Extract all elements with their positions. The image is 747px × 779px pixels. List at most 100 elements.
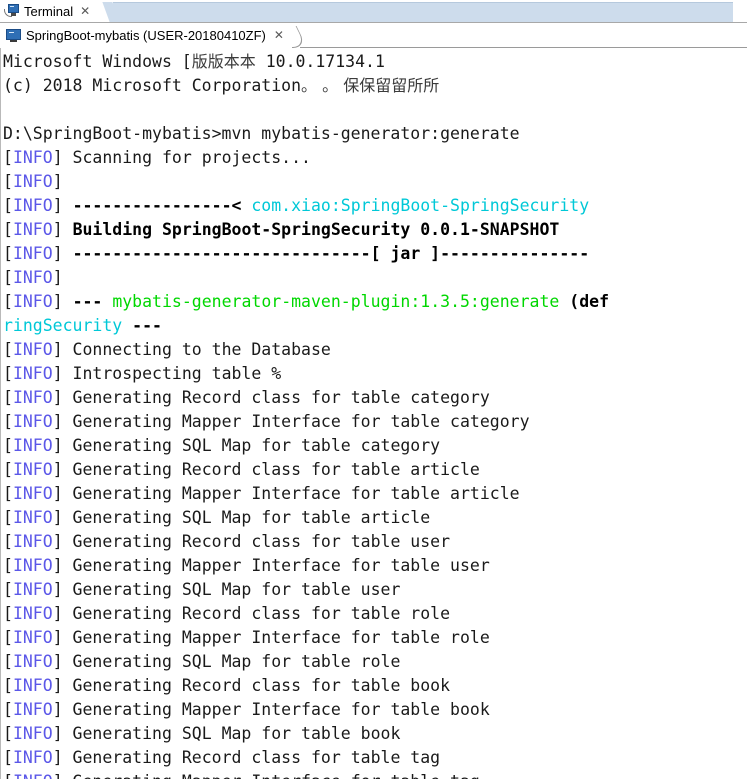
console-segment: ] Generating Mapper Interface for table … (53, 772, 480, 779)
console-segment: INFO (12, 244, 53, 263)
console-line-gen-mapper-book: [INFO] Generating Mapper Interface for t… (3, 698, 746, 722)
console-segment: mybatis-generator-maven-plugin:1.3.5:gen… (112, 292, 560, 311)
console-segment: [ (3, 244, 13, 263)
console-segment: ] Generating Record class for table role (52, 604, 451, 623)
console-segment: 。 。 保保留留所所 (301, 76, 440, 95)
console-line-gen-record-tag: [INFO] Generating Record class for table… (3, 746, 746, 770)
console-segment: [ (3, 676, 13, 695)
console-segment: [ (3, 628, 13, 647)
console-segment: INFO (12, 724, 53, 743)
console-line-copyright: (c) 2018 Microsoft Corporation。 。 保保留留所所 (3, 74, 746, 98)
console-segment: INFO (12, 388, 53, 407)
console-segment: ] Generating SQL Map for table role (52, 652, 401, 671)
console-segment: [ (3, 364, 13, 383)
view-tab-terminal[interactable]: Terminal ✕ (0, 0, 97, 22)
console-segment: INFO (12, 460, 53, 479)
console-segment: [ (3, 700, 13, 719)
terminal-console[interactable]: Microsoft Windows [版版本本 10.0.17134.1 (c) … (0, 48, 747, 779)
console-segment: ] Scanning for projects... (52, 148, 311, 167)
console-line-gen-sqlmap-book: [INFO] Generating SQL Map for table book (3, 722, 746, 746)
console-segment: INFO (12, 556, 53, 575)
console-line-connecting: [INFO] Connecting to the Database (3, 338, 746, 362)
console-segment: [ (3, 220, 13, 239)
console-segment: [ (3, 484, 13, 503)
console-segment: INFO (12, 652, 53, 671)
console-segment: ] Generating SQL Map for table category (52, 436, 441, 455)
console-segment: ] Generating Mapper Interface for table … (52, 556, 490, 575)
console-line-packaging: [INFO] ------------------------------[ j… (3, 242, 746, 266)
console-segment: INFO (12, 436, 53, 455)
console-segment: ] Generating Mapper Interface for table … (52, 628, 490, 647)
console-segment: [ (3, 748, 13, 767)
connection-tab-close-icon[interactable]: ✕ (274, 29, 284, 41)
console-segment: [ (3, 436, 13, 455)
console-segment: ] Generating SQL Map for table user (52, 580, 401, 599)
console-segment: [ (3, 556, 13, 575)
console-segment: [ (3, 412, 13, 431)
console-line-gen-record-role: [INFO] Generating Record class for table… (3, 602, 746, 626)
console-line-gen-record-article: [INFO] Generating Record class for table… (3, 458, 746, 482)
console-line-gen-mapper-article: [INFO] Generating Mapper Interface for t… (3, 482, 746, 506)
console-segment: INFO (12, 580, 53, 599)
console-segment: ] Generating Record class for table tag (52, 748, 441, 767)
console-segment: Building SpringBoot-SpringSecurity 0.0.1… (72, 220, 560, 239)
console-segment: (def (559, 292, 610, 311)
view-tabbar-fill (113, 2, 733, 23)
console-segment: [ (3, 388, 13, 407)
console-segment: ] (52, 172, 73, 191)
console-segment: ] (52, 244, 73, 263)
console-segment: INFO (12, 628, 53, 647)
console-line-project-header: [INFO] ----------------< com.xiao:Spring… (3, 194, 746, 218)
console-segment: ] (52, 220, 73, 239)
console-segment: INFO (12, 364, 53, 383)
console-segment: [ (3, 268, 13, 287)
console-segment: INFO (13, 772, 53, 779)
console-line-blank-1 (3, 98, 746, 122)
console-line-gen-mapper-user: [INFO] Generating Mapper Interface for t… (3, 554, 746, 578)
console-segment: INFO (12, 604, 53, 623)
connection-tab-springboot-mybatis[interactable]: SpringBoot-mybatis (USER-20180410ZF) ✕ (0, 23, 292, 48)
console-segment: INFO (12, 268, 53, 287)
console-segment: ] Generating Mapper Interface for table … (52, 412, 530, 431)
console-segment: INFO (12, 340, 53, 359)
console-segment: INFO (12, 748, 53, 767)
console-line-gen-sqlmap-article: [INFO] Generating SQL Map for table arti… (3, 506, 746, 530)
console-line-gen-record-category: [INFO] Generating Record class for table… (3, 386, 746, 410)
console-segment: [ (3, 604, 13, 623)
console-line-introspecting: [INFO] Introspecting table % (3, 362, 746, 386)
connection-tabbar: SpringBoot-mybatis (USER-20180410ZF) ✕ (0, 22, 747, 48)
console-segment: ] Generating Record class for table arti… (52, 460, 480, 479)
console-line-gen-sqlmap-user: [INFO] Generating SQL Map for table user (3, 578, 746, 602)
console-segment: [ (3, 340, 13, 359)
console-line-info-blank-1: [INFO] (3, 170, 746, 194)
console-segment: 10.0.17134.1 (255, 52, 385, 71)
console-line-building: [INFO] Building SpringBoot-SpringSecurit… (3, 218, 746, 242)
console-line-win-version: Microsoft Windows [版版本本 10.0.17134.1 (3, 50, 746, 74)
console-segment: INFO (12, 484, 53, 503)
console-line-gen-sqlmap-role: [INFO] Generating SQL Map for table role (3, 650, 746, 674)
console-line-gen-mapper-category: [INFO] Generating Mapper Interface for t… (3, 410, 746, 434)
console-segment: D:\SpringBoot-mybatis>mvn mybatis-genera… (3, 124, 520, 143)
console-segment: ] Generating Mapper Interface for table … (52, 700, 490, 719)
console-segment: [ (3, 532, 13, 551)
console-segment: [ (3, 148, 13, 167)
console-segment: [ (3, 724, 13, 743)
monitor-icon (6, 28, 21, 42)
terminal-view-icon (4, 4, 20, 18)
console-line-prompt-command: D:\SpringBoot-mybatis>mvn mybatis-genera… (3, 122, 746, 146)
view-tab-close-icon[interactable]: ✕ (80, 5, 90, 17)
console-segment: INFO (12, 508, 53, 527)
console-segment: ] Generating Mapper Interface for table … (52, 484, 520, 503)
console-segment: INFO (12, 220, 53, 239)
view-tab-terminal-label: Terminal (24, 3, 74, 19)
console-segment: [ (3, 772, 13, 779)
console-segment: 版版本本 (191, 52, 256, 71)
console-segment: ] Generating SQL Map for table book (52, 724, 401, 743)
console-segment: ] (52, 292, 73, 311)
console-segment: --- (72, 292, 113, 311)
console-segment: Microsoft Windows [ (3, 52, 192, 71)
console-segment: INFO (12, 532, 53, 551)
console-segment: ] (52, 268, 73, 287)
console-segment: ] Introspecting table % (52, 364, 282, 383)
console-line-info-blank-2: [INFO] (3, 266, 746, 290)
